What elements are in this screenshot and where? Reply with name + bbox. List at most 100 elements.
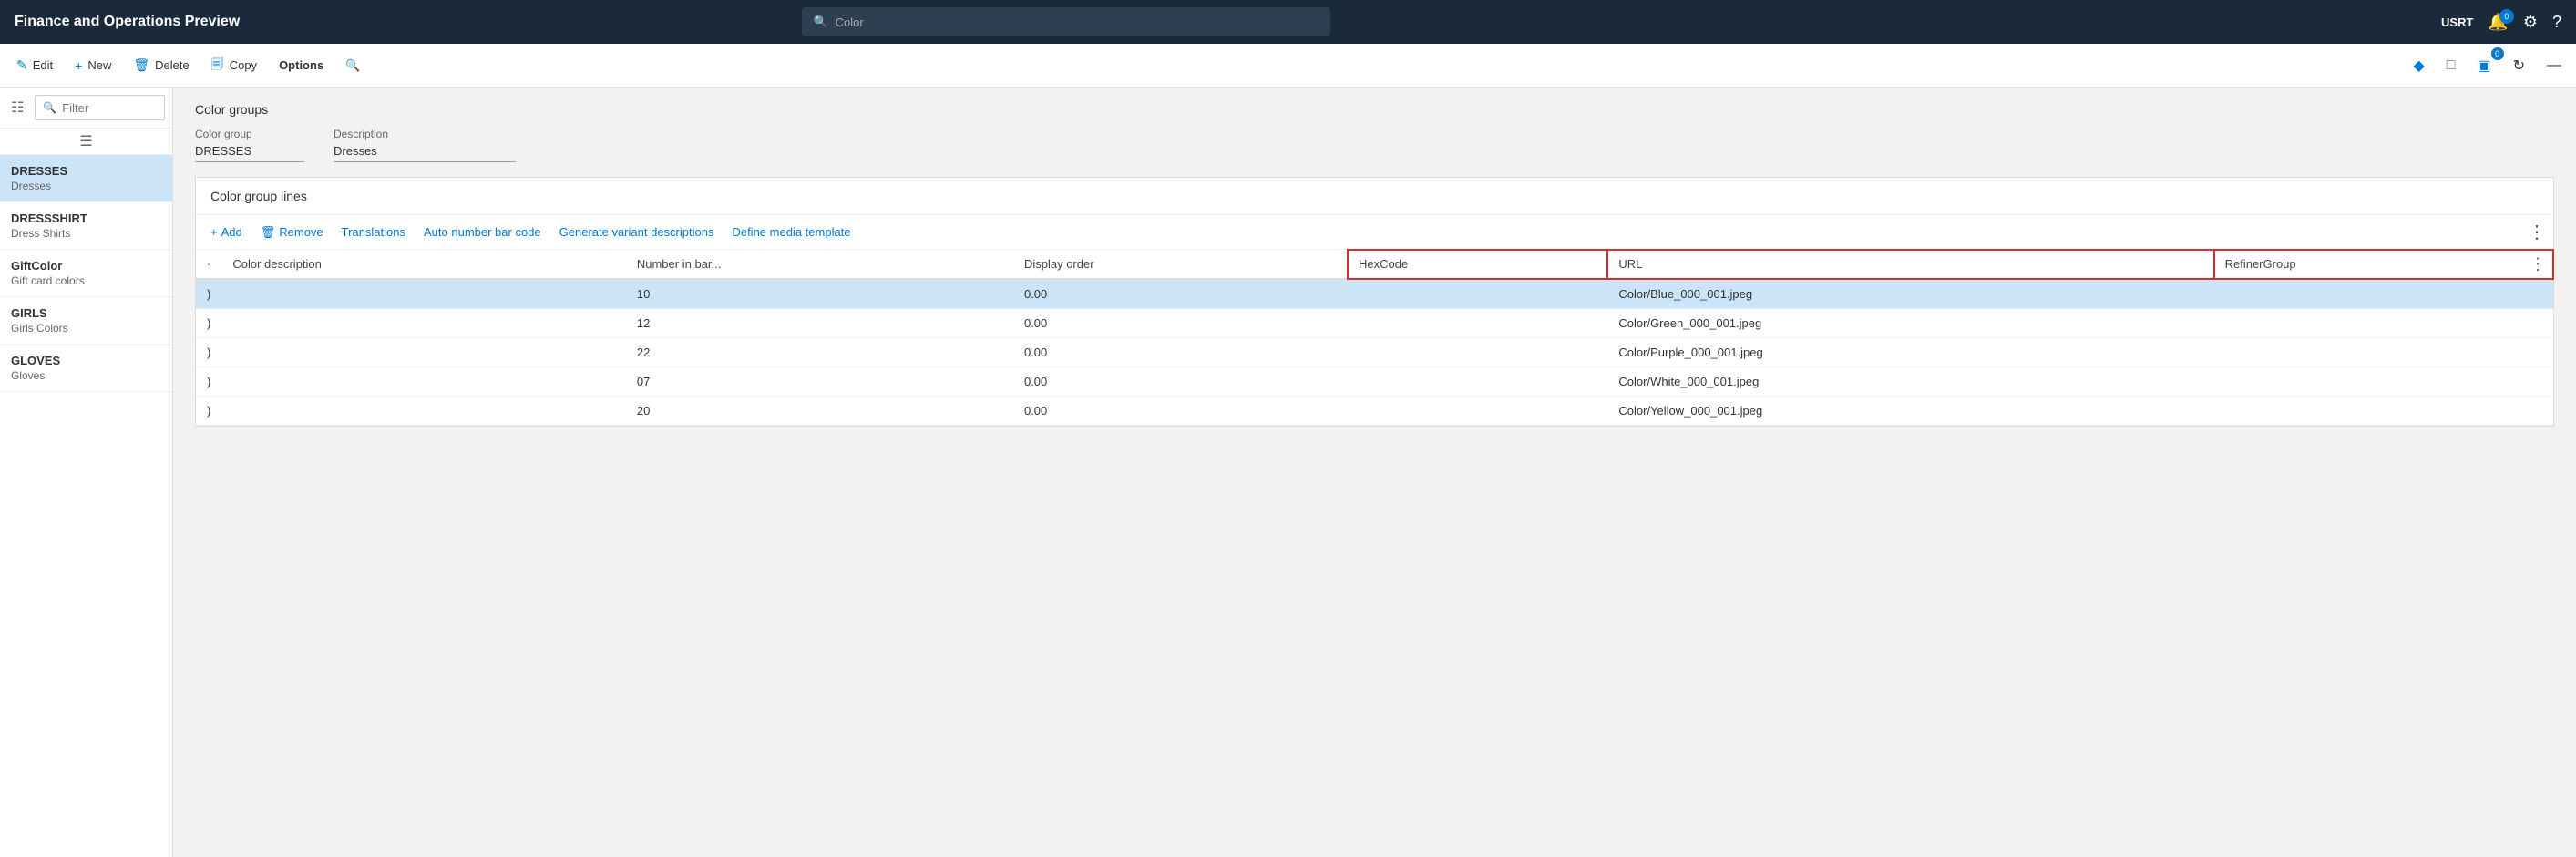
cell-display-order: 0.00 [1013, 397, 1348, 426]
cmd-right-actions: ◆ □ ▣ 0 ↻ — [2406, 51, 2569, 80]
cell-url: Color/Green_000_001.jpeg [1607, 309, 2213, 338]
filter-search-icon: 🔍 [43, 101, 56, 114]
cell-color-description [221, 279, 626, 309]
list-item-title: DRESSES [11, 164, 161, 178]
user-label: USRT [2441, 15, 2473, 29]
cell-color-description [221, 309, 626, 338]
search-bar[interactable]: 🔍 [802, 7, 1330, 36]
translations-button[interactable]: Translations [334, 222, 413, 243]
cell-number-in-bar: 10 [626, 279, 1013, 309]
cell-url: Color/Purple_000_001.jpeg [1607, 338, 2213, 367]
cell-number-in-bar: 12 [626, 309, 1013, 338]
cell-color-description [221, 397, 626, 426]
cell-display-order: 0.00 [1013, 309, 1348, 338]
delete-button[interactable]: 🗑 Delete [124, 52, 198, 78]
list-item-giftcolor[interactable]: GiftColor Gift card colors [0, 250, 172, 297]
list-item-gloves[interactable]: GLOVES Gloves [0, 345, 172, 392]
refresh-badge-icon[interactable]: ▣ 0 [2469, 51, 2498, 80]
col-refiner-group[interactable]: RefinerGroup ⋮ [2214, 250, 2553, 279]
cell-refiner-group [2214, 279, 2553, 309]
cell-hexcode [1348, 367, 1607, 397]
add-button[interactable]: + Add [203, 222, 250, 243]
cell-number-in-bar: 07 [626, 367, 1013, 397]
options-label: Options [279, 58, 323, 72]
auto-number-button[interactable]: Auto number bar code [416, 222, 549, 243]
col-more-icon[interactable]: ⋮ [2530, 254, 2546, 274]
reload-icon[interactable]: ↻ [2506, 51, 2532, 80]
generate-button[interactable]: Generate variant descriptions [552, 222, 722, 243]
cell-dot: ) [196, 338, 221, 367]
copy-icon: 🗐 [211, 55, 224, 77]
copy-button[interactable]: 🗐 Copy [202, 49, 266, 82]
description-value[interactable]: Dresses [334, 144, 516, 162]
cell-hexcode [1348, 279, 1607, 309]
cell-dot: ) [196, 367, 221, 397]
filter-input[interactable] [62, 101, 157, 115]
notification-badge: 0 [2499, 9, 2514, 24]
edit-button[interactable]: ✎ Edit [7, 52, 62, 78]
right-panel: Color groups Color group DRESSES Descrip… [173, 88, 2576, 857]
define-media-button[interactable]: Define media template [724, 222, 857, 243]
cell-hexcode [1348, 397, 1607, 426]
list-item-sub: Gift card colors [11, 274, 161, 287]
filter-icon-button[interactable]: ☷ [7, 95, 27, 120]
minimize-icon[interactable]: — [2540, 52, 2569, 79]
cell-refiner-group [2214, 367, 2553, 397]
settings-icon[interactable]: ⚙ [2523, 13, 2538, 32]
col-color-description[interactable]: Color description [221, 250, 626, 279]
cell-dot: ) [196, 279, 221, 309]
list-item-sub: Girls Colors [11, 322, 161, 335]
table-row[interactable]: ) 20 0.00 Color/Yellow_000_001.jpeg [196, 397, 2553, 426]
cell-number-in-bar: 20 [626, 397, 1013, 426]
top-nav: Finance and Operations Preview 🔍 USRT 🔔 … [0, 0, 2576, 44]
cell-dot: ) [196, 309, 221, 338]
badge-count: 0 [2491, 47, 2504, 60]
nav-right: USRT 🔔 0 ⚙ ? [2441, 13, 2561, 32]
search-input[interactable] [836, 15, 1320, 29]
col-url[interactable]: URL [1607, 250, 2213, 279]
color-group-label: Color group [195, 128, 304, 140]
remove-icon: 🗑 [261, 225, 276, 240]
col-hexcode[interactable]: HexCode [1348, 250, 1607, 279]
filter-bar: ☷ 🔍 [0, 88, 172, 129]
table-row[interactable]: ) 22 0.00 Color/Purple_000_001.jpeg [196, 338, 2553, 367]
cell-hexcode [1348, 309, 1607, 338]
list-item-dresses[interactable]: DRESSES Dresses [0, 155, 172, 202]
table-row[interactable]: ) 07 0.00 Color/White_000_001.jpeg [196, 367, 2553, 397]
color-group-value[interactable]: DRESSES [195, 144, 304, 162]
help-icon[interactable]: ? [2552, 13, 2561, 32]
search-cmd-icon[interactable]: 🔍 [336, 53, 369, 78]
delete-icon: 🗑 [133, 57, 149, 73]
list-item-dressshirt[interactable]: DRESSSHIRT Dress Shirts [0, 202, 172, 250]
description-field: Description Dresses [334, 128, 516, 162]
new-button[interactable]: + New [66, 53, 120, 78]
translations-label: Translations [342, 225, 405, 239]
col-display-order[interactable]: Display order [1013, 250, 1348, 279]
remove-button[interactable]: 🗑 Remove [253, 222, 331, 243]
list-item-title: GiftColor [11, 259, 161, 273]
diamond-icon[interactable]: ◆ [2406, 51, 2431, 80]
notification-bell[interactable]: 🔔 0 [2488, 13, 2508, 32]
cell-url: Color/Yellow_000_001.jpeg [1607, 397, 2213, 426]
description-label: Description [334, 128, 516, 140]
list-item-sub: Dresses [11, 180, 161, 192]
options-button[interactable]: Options [270, 53, 333, 77]
col-number-in-bar[interactable]: Number in bar... [626, 250, 1013, 279]
list-item-girls[interactable]: GIRLS Girls Colors [0, 297, 172, 345]
add-icon: + [210, 225, 218, 239]
edit-label: Edit [33, 58, 53, 72]
cell-dot: ) [196, 397, 221, 426]
table-more-options-icon[interactable]: ⋮ [2528, 221, 2546, 243]
table-row[interactable]: ) 10 0.00 Color/Blue_000_001.jpeg [196, 279, 2553, 309]
cell-url: Color/White_000_001.jpeg [1607, 367, 2213, 397]
hamburger-menu[interactable]: ☰ [0, 129, 172, 155]
col-dot: · [196, 250, 221, 279]
teams-icon[interactable]: □ [2439, 52, 2463, 79]
cell-display-order: 0.00 [1013, 279, 1348, 309]
list-item-title: DRESSSHIRT [11, 212, 161, 225]
add-label: Add [221, 225, 242, 239]
left-panel: ☷ 🔍 ☰ DRESSES Dresses DRESSSHIRT Dress S… [0, 88, 173, 857]
new-label: New [87, 58, 111, 72]
table-row[interactable]: ) 12 0.00 Color/Green_000_001.jpeg [196, 309, 2553, 338]
color-group-field: Color group DRESSES [195, 128, 304, 162]
